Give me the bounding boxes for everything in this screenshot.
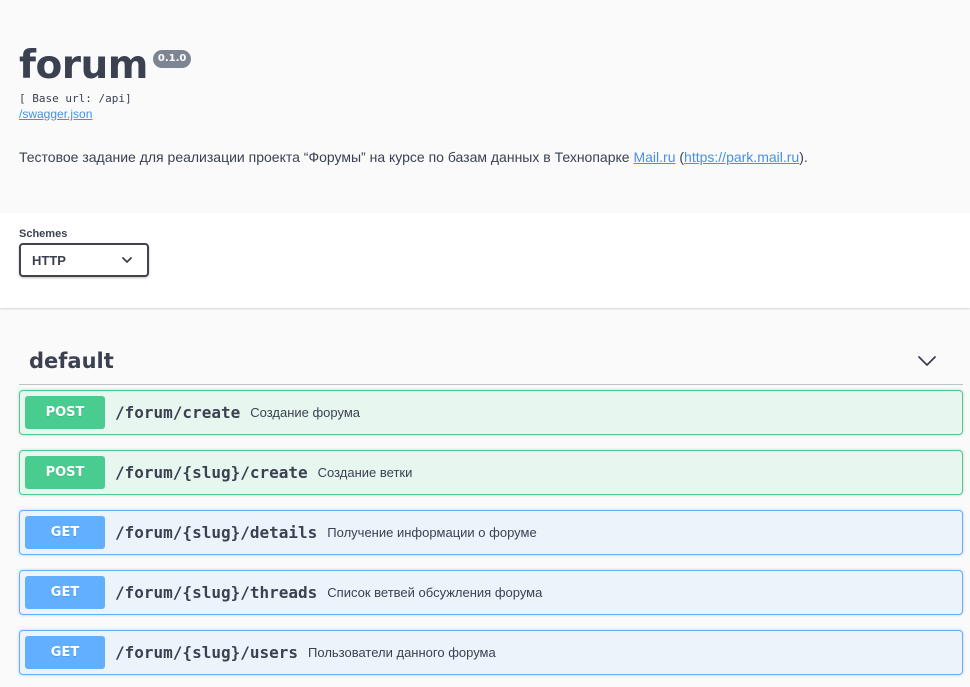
operation-path: /forum/{slug}/create [115, 463, 308, 482]
tag-name: default [29, 349, 114, 373]
schemes-label: Schemes [19, 228, 68, 240]
scheme-select[interactable]: HTTP [19, 243, 149, 277]
description-text-1: Тестовое задание для реализации проекта … [19, 149, 634, 165]
operation-path: /forum/{slug}/threads [115, 583, 318, 602]
operations-list: POST /forum/create Создание форума POST … [19, 390, 963, 675]
operation-summary: Создание форума [250, 405, 361, 420]
operation-get-forum-slug-threads[interactable]: GET /forum/{slug}/threads Список ветвей … [19, 570, 963, 615]
chevron-down-icon[interactable] [917, 351, 937, 371]
operation-post-forum-create[interactable]: POST /forum/create Создание форума [19, 390, 963, 435]
tag-section-default: default POST /forum/create Создание фору… [0, 338, 970, 675]
method-badge: GET [25, 576, 105, 609]
description-text-2: ( [675, 149, 685, 165]
operation-path: /forum/{slug}/details [115, 523, 318, 542]
scheme-selected-value: HTTP [32, 252, 66, 268]
method-badge: GET [25, 516, 105, 549]
schemes-bar: Schemes HTTP [0, 213, 970, 308]
api-info: forum 0.1.0 [ Base url: /api] /swagger.j… [0, 0, 970, 213]
park-mailru-link[interactable]: https://park.mail.ru [684, 149, 799, 165]
operation-get-forum-slug-details[interactable]: GET /forum/{slug}/details Получение инфо… [19, 510, 963, 555]
operation-summary: Создание ветки [317, 465, 413, 480]
swagger-json-link[interactable]: /swagger.json [19, 106, 92, 122]
operation-summary: Получение информации о форуме [327, 525, 537, 540]
api-description: Тестовое задание для реализации проекта … [19, 147, 951, 167]
operation-get-forum-slug-users[interactable]: GET /forum/{slug}/users Пользователи дан… [19, 630, 963, 675]
operation-path: /forum/{slug}/users [115, 643, 299, 662]
operation-path: /forum/create [115, 403, 241, 422]
method-badge: POST [25, 456, 105, 489]
version-badge: 0.1.0 [152, 50, 192, 68]
method-badge: GET [25, 636, 105, 669]
operation-post-forum-slug-create[interactable]: POST /forum/{slug}/create Создание ветки [19, 450, 963, 495]
description-text-3: ). [799, 149, 808, 165]
operation-summary: Пользователи данного форума [308, 645, 496, 660]
chevron-down-icon [122, 257, 132, 263]
operation-summary: Список ветвей обсужления форума [327, 585, 543, 600]
tag-header[interactable]: default [19, 338, 963, 385]
method-badge: POST [25, 396, 105, 429]
mailru-link[interactable]: Mail.ru [633, 149, 675, 165]
api-title: forum [19, 43, 148, 88]
base-url: [ Base url: /api] [19, 92, 132, 105]
title-row: forum 0.1.0 [19, 44, 951, 88]
